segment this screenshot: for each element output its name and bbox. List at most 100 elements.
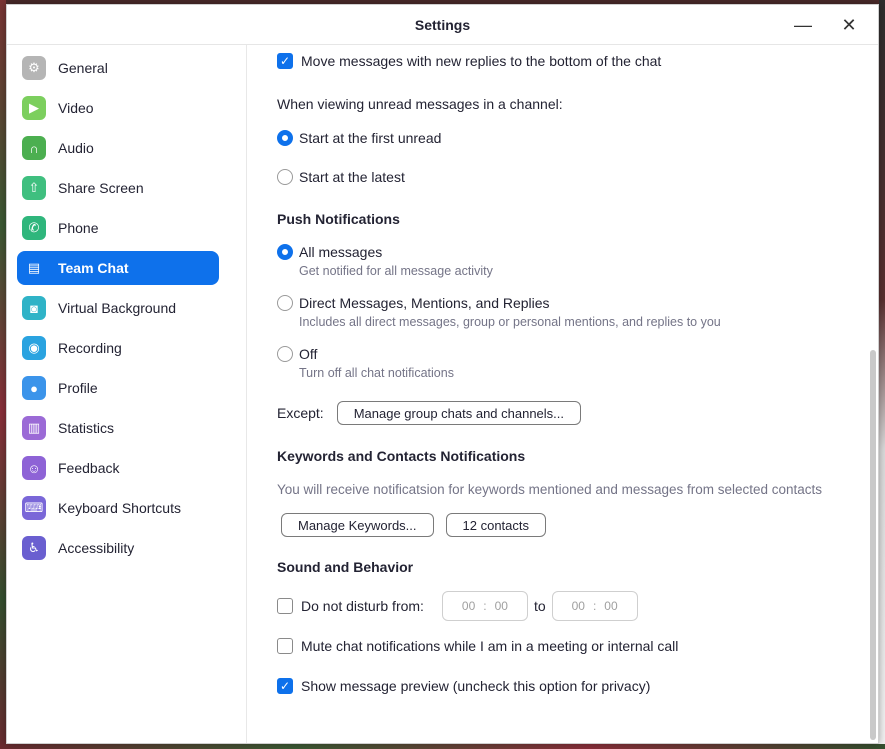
radio-button-checked[interactable] (277, 130, 293, 146)
push-option-all[interactable]: All messages Get notified for all messag… (277, 244, 878, 278)
keywords-description: You will receive notificatsion for keywo… (277, 482, 823, 497)
keywords-buttons-row: Manage Keywords... 12 contacts (281, 513, 878, 537)
sidebar-item-virtual-background[interactable]: ◙ Virtual Background (17, 291, 219, 325)
sidebar-item-label: Team Chat (58, 260, 129, 276)
sidebar-item-profile[interactable]: ● Profile (17, 371, 219, 405)
manage-keywords-button[interactable]: Manage Keywords... (281, 513, 434, 537)
sidebar-item-general[interactable]: ⚙ General (17, 51, 219, 85)
profile-icon: ● (22, 376, 46, 400)
push-option-direct[interactable]: Direct Messages, Mentions, and Replies I… (277, 295, 878, 329)
title-bar: Settings — ✕ (7, 5, 878, 45)
unread-heading: When viewing unread messages in a channe… (277, 96, 563, 112)
sidebar-item-label: Statistics (58, 420, 115, 436)
radio-description: Includes all direct messages, group or p… (299, 315, 721, 329)
headphones-icon: ∩ (22, 136, 46, 160)
time-minutes: 00 (604, 599, 618, 613)
team-chat-settings-panel: ✓ Move messages with new replies to the … (247, 45, 878, 743)
time-separator: : (592, 599, 597, 613)
time-separator: : (483, 599, 487, 613)
except-row: Except: Manage group chats and channels.… (277, 401, 878, 425)
close-button[interactable]: ✕ (826, 5, 872, 45)
sidebar-item-label: Phone (58, 220, 99, 236)
sidebar-item-label: Feedback (58, 460, 120, 476)
virtual-background-icon: ◙ (22, 296, 46, 320)
radio-label: Direct Messages, Mentions, and Replies (299, 295, 550, 311)
sidebar-item-label: Virtual Background (58, 300, 177, 316)
radio-button[interactable] (277, 169, 293, 185)
time-minutes: 00 (494, 599, 508, 613)
preview-option[interactable]: ✓ Show message preview (uncheck this opt… (277, 678, 878, 694)
sidebar-item-statistics[interactable]: ▥ Statistics (17, 411, 219, 445)
keyboard-icon: ⌨ (22, 496, 46, 520)
preview-checkbox[interactable]: ✓ (277, 678, 293, 694)
keywords-heading: Keywords and Contacts Notifications (277, 448, 526, 464)
dnd-label: Do not disturb from: (301, 598, 424, 614)
time-hours: 00 (571, 599, 585, 613)
move-messages-label: Move messages with new replies to the bo… (301, 53, 662, 69)
desktop-background-bottom (0, 744, 885, 749)
dnd-row: Do not disturb from: 00 : 00 to 00 : 00 (277, 591, 878, 621)
close-icon: ✕ (841, 14, 857, 35)
radio-label: All messages (299, 244, 383, 260)
radio-label: Off (299, 346, 318, 362)
time-hours: 00 (461, 599, 476, 613)
move-messages-checkbox[interactable]: ✓ (277, 53, 293, 69)
radio-button[interactable] (277, 346, 293, 362)
settings-sidebar: ⚙ General ▶ Video ∩ Audio ⇧ Share Screen ✆ Phone ▤… (7, 45, 247, 743)
radio-label: Start at the first unread (299, 130, 442, 146)
sidebar-item-video[interactable]: ▶ Video (17, 91, 219, 125)
phone-icon: ✆ (22, 216, 46, 240)
accessibility-icon: ♿ (22, 536, 46, 560)
mute-option[interactable]: Mute chat notifications while I am in a … (277, 638, 878, 654)
sidebar-item-label: Accessibility (58, 540, 135, 556)
dnd-checkbox[interactable] (277, 598, 293, 614)
recording-icon: ◉ (22, 336, 46, 360)
to-label: to (533, 598, 546, 614)
video-camera-icon: ▶ (22, 96, 46, 120)
dnd-to-time-input[interactable]: 00 : 00 (551, 591, 638, 621)
sidebar-item-recording[interactable]: ◉ Recording (17, 331, 219, 365)
minimize-button[interactable]: — (780, 5, 826, 45)
sidebar-item-phone[interactable]: ✆ Phone (17, 211, 219, 245)
sidebar-item-audio[interactable]: ∩ Audio (17, 131, 219, 165)
move-messages-option[interactable]: ✓ Move messages with new replies to the … (277, 53, 878, 69)
except-label: Except: (277, 405, 324, 421)
sidebar-item-feedback[interactable]: ☺ Feedback (17, 451, 219, 485)
sidebar-item-label: Share Screen (58, 180, 144, 196)
push-option-off[interactable]: Off Turn off all chat notifications (277, 346, 878, 380)
contacts-button[interactable]: 12 contacts (445, 513, 547, 537)
sidebar-item-label: General (58, 60, 108, 76)
sidebar-item-share-screen[interactable]: ⇧ Share Screen (17, 171, 219, 205)
share-screen-icon: ⇧ (22, 176, 46, 200)
minimize-icon: — (794, 14, 812, 35)
radio-start-latest[interactable]: Start at the latest (277, 169, 878, 185)
sidebar-item-keyboard-shortcuts[interactable]: ⌨ Keyboard Shortcuts (17, 491, 219, 525)
sidebar-item-label: Profile (58, 380, 98, 396)
chat-bubble-icon: ▤ (27, 260, 41, 275)
sidebar-item-label: Audio (58, 140, 94, 156)
radio-start-first-unread[interactable]: Start at the first unread (277, 130, 878, 146)
sidebar-item-label: Keyboard Shortcuts (58, 500, 181, 516)
feedback-icon: ☺ (22, 456, 46, 480)
sidebar-item-team-chat[interactable]: ▤ Team Chat (17, 251, 219, 285)
radio-button-checked[interactable] (277, 244, 293, 260)
sidebar-item-accessibility[interactable]: ♿ Accessibility (17, 531, 219, 565)
radio-button[interactable] (277, 295, 293, 311)
sound-behavior-heading: Sound and Behavior (277, 559, 414, 575)
preview-label: Show message preview (uncheck this optio… (301, 678, 651, 694)
mute-checkbox[interactable] (277, 638, 293, 654)
manage-group-chats-button[interactable]: Manage group chats and channels... (336, 401, 582, 425)
radio-label: Start at the latest (299, 169, 405, 185)
statistics-icon: ▥ (22, 416, 46, 440)
push-notifications-heading: Push Notifications (277, 211, 400, 227)
desktop-background-right (879, 0, 885, 749)
dnd-from-time-input[interactable]: 00 : 00 (441, 591, 528, 621)
settings-window: Settings — ✕ ⚙ General ▶ Video ∩ Audio ⇧ Share … (6, 4, 879, 744)
scrollbar[interactable] (870, 350, 876, 740)
radio-description: Get notified for all message activity (299, 264, 493, 278)
gear-icon: ⚙ (22, 56, 46, 80)
mute-label: Mute chat notifications while I am in a … (301, 638, 679, 654)
sidebar-item-label: Video (58, 100, 94, 116)
sidebar-item-label: Recording (58, 340, 122, 356)
window-title: Settings (414, 16, 471, 33)
